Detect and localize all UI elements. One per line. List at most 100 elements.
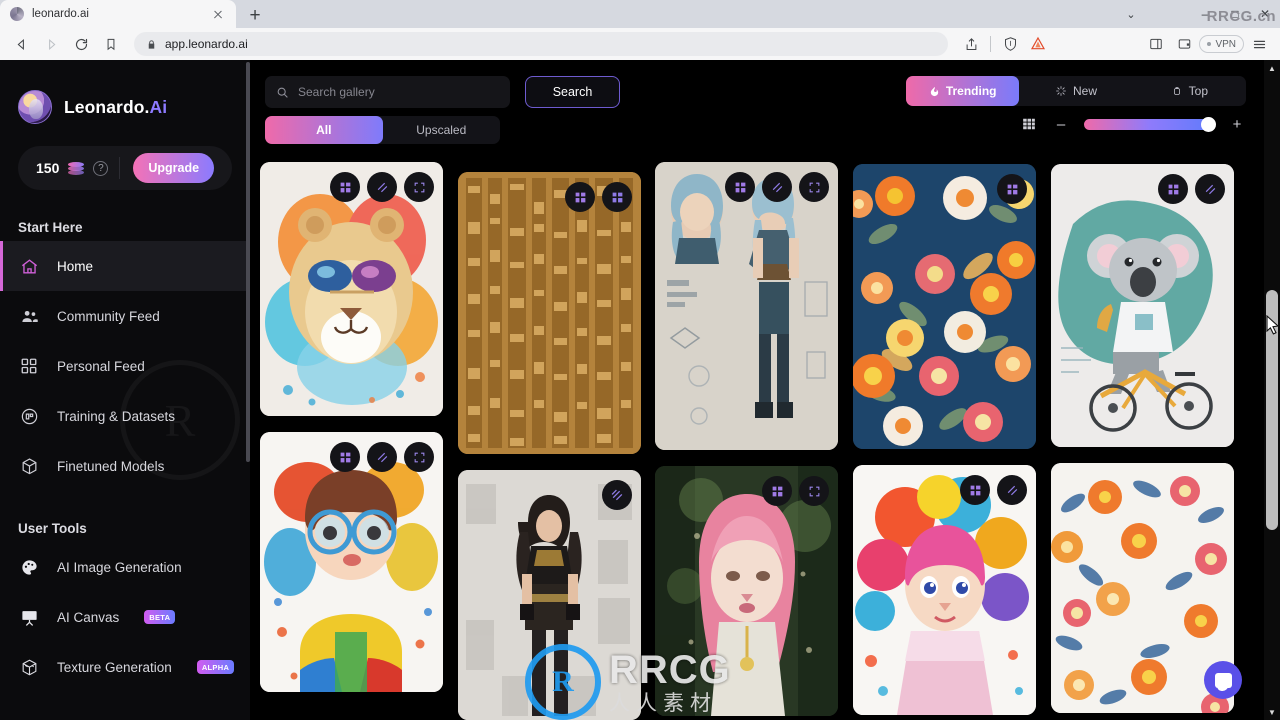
- card-artwork: [853, 164, 1036, 449]
- watermark-main: R RRCG 人人素材: [525, 644, 731, 720]
- hamburger-menu-icon[interactable]: [1246, 31, 1272, 57]
- tab-strip: leonardo.ai + ⌄ – □ ✕: [0, 0, 1280, 28]
- remix-icon[interactable]: [997, 174, 1027, 204]
- search-button[interactable]: Search: [525, 76, 620, 108]
- toolbar-divider: [990, 36, 992, 52]
- section-title-start-here: Start Here: [18, 220, 83, 235]
- chevron-down-icon[interactable]: ⌄: [1120, 4, 1142, 24]
- zoom-slider-knob[interactable]: [1201, 116, 1216, 132]
- sort-tabs: Trending New Top: [906, 76, 1246, 106]
- help-icon[interactable]: ?: [93, 160, 109, 176]
- brand[interactable]: Leonardo.Ai: [0, 60, 250, 124]
- intercom-chat-icon[interactable]: [1204, 661, 1242, 699]
- zoom-out-button[interactable]: –: [1052, 115, 1070, 133]
- gallery-card-blue-haired-warrior-character-sheet[interactable]: [655, 162, 838, 450]
- watermark-title: RRCG: [609, 648, 731, 692]
- bookmark-icon[interactable]: [98, 31, 124, 57]
- sidebar-item-finetuned-models[interactable]: Finetuned Models: [0, 441, 250, 491]
- variations-icon[interactable]: [997, 475, 1027, 505]
- variations-icon[interactable]: [602, 480, 632, 510]
- tab-upscaled[interactable]: Upscaled: [383, 116, 501, 144]
- filter-tabs: All Upscaled: [265, 116, 500, 144]
- page-scrollbar[interactable]: ▲ ▼: [1264, 60, 1280, 720]
- zoom-slider[interactable]: [1084, 116, 1216, 132]
- tab-label: Top: [1188, 84, 1208, 98]
- remix-icon[interactable]: [725, 172, 755, 202]
- badge-alpha: ALPHA: [196, 660, 235, 674]
- credits-count: 150: [36, 160, 60, 176]
- tab-all[interactable]: All: [265, 116, 383, 144]
- sidebar-item-training-datasets[interactable]: Training & Datasets: [0, 391, 250, 441]
- toolbar-icons: VPN: [958, 31, 1272, 57]
- reload-icon[interactable]: [68, 31, 94, 57]
- sidebar-item-label: Finetuned Models: [57, 458, 165, 474]
- wallet-icon[interactable]: [1171, 31, 1197, 57]
- sidebar-item-label: Home: [57, 258, 94, 274]
- browser-window: leonardo.ai + ⌄ – □ ✕ app.leonardo.ai VP…: [0, 0, 1280, 720]
- remix-icon[interactable]: [960, 475, 990, 505]
- sidebar-item-ai-canvas[interactable]: AI Canvas BETA: [0, 592, 250, 642]
- tab-top[interactable]: Top: [1133, 76, 1246, 106]
- watermark-subtitle: 人人素材: [609, 691, 717, 715]
- remix-icon[interactable]: [565, 182, 595, 212]
- sidebar-item-personal-feed[interactable]: Personal Feed: [0, 341, 250, 391]
- sidebar-item-ai-image-generation[interactable]: AI Image Generation: [0, 542, 250, 592]
- expand-icon[interactable]: [404, 172, 434, 202]
- gallery-card-watercolor-lion-sunglasses[interactable]: [260, 162, 443, 416]
- sidepanel-icon[interactable]: [1143, 31, 1169, 57]
- sidebar-item-label: AI Canvas: [57, 609, 120, 625]
- scroll-down-arrow[interactable]: ▼: [1264, 704, 1280, 720]
- gallery-card-egyptian-hieroglyph-wall[interactable]: [458, 172, 641, 454]
- expand-icon[interactable]: [799, 476, 829, 506]
- expand-icon[interactable]: [799, 172, 829, 202]
- remix-icon[interactable]: [330, 172, 360, 202]
- variations-icon[interactable]: [1195, 174, 1225, 204]
- tab-favicon: [10, 7, 24, 21]
- watermark-logo: R: [525, 644, 601, 720]
- image-gallery: R RRCG 人人素材: [250, 158, 1264, 720]
- vpn-button[interactable]: VPN: [1199, 35, 1244, 53]
- sidebar-item-texture-generation[interactable]: Texture Generation ALPHA: [0, 642, 250, 692]
- new-tab-button[interactable]: +: [242, 2, 268, 28]
- browser-tab-leonardo[interactable]: leonardo.ai: [0, 0, 236, 28]
- remix-icon[interactable]: [1158, 174, 1188, 204]
- sidebar-item-home[interactable]: Home: [0, 241, 250, 291]
- tab-new[interactable]: New: [1019, 76, 1132, 106]
- gallery-card-orange-floral-pattern-navy[interactable]: [853, 164, 1036, 449]
- variations-icon[interactable]: [602, 182, 632, 212]
- page-viewport: Leonardo.Ai 150 ? Upgrade R Start Here H…: [0, 60, 1280, 720]
- scroll-up-arrow[interactable]: ▲: [1264, 60, 1280, 76]
- tab-label: New: [1072, 84, 1097, 98]
- main-content: Search gallery Search All Upscaled Trend…: [250, 60, 1264, 720]
- gallery-card-rainbow-hair-girl-portrait[interactable]: [853, 465, 1036, 715]
- search-input[interactable]: Search gallery: [265, 76, 510, 108]
- remix-icon[interactable]: [330, 442, 360, 472]
- sidebar-item-community-feed[interactable]: Community Feed: [0, 291, 250, 341]
- gallery-card-koala-riding-bicycle[interactable]: [1051, 164, 1234, 447]
- credits-divider: [119, 157, 121, 179]
- grid-size-icon[interactable]: [1020, 115, 1038, 133]
- variations-icon[interactable]: [367, 172, 397, 202]
- expand-icon[interactable]: [404, 442, 434, 472]
- sidebar-item-label: Training & Datasets: [57, 408, 176, 424]
- leonardo-logo-icon: [18, 90, 52, 124]
- tab-title: leonardo.ai: [32, 8, 89, 20]
- share-icon[interactable]: [958, 31, 984, 57]
- remix-icon[interactable]: [762, 476, 792, 506]
- upgrade-button[interactable]: Upgrade: [133, 153, 215, 183]
- zoom-in-button[interactable]: +: [1228, 115, 1246, 133]
- brave-lion-icon[interactable]: [1025, 31, 1051, 57]
- gallery-card-colorful-girl-glasses-backpack[interactable]: [260, 432, 443, 692]
- tab-trending[interactable]: Trending: [906, 76, 1020, 106]
- grid-icon: [18, 355, 40, 377]
- address-bar[interactable]: app.leonardo.ai: [134, 32, 949, 56]
- brave-shield-icon[interactable]: [997, 31, 1023, 57]
- token-coin-icon: [68, 161, 85, 175]
- credits-pill: 150 ? Upgrade: [18, 146, 232, 190]
- variations-icon[interactable]: [762, 172, 792, 202]
- lock-icon: [148, 39, 155, 49]
- back-arrow-icon[interactable]: [8, 31, 34, 57]
- variations-icon[interactable]: [367, 442, 397, 472]
- close-tab-icon[interactable]: [210, 6, 226, 22]
- sidebar-item-label: Texture Generation: [57, 659, 172, 675]
